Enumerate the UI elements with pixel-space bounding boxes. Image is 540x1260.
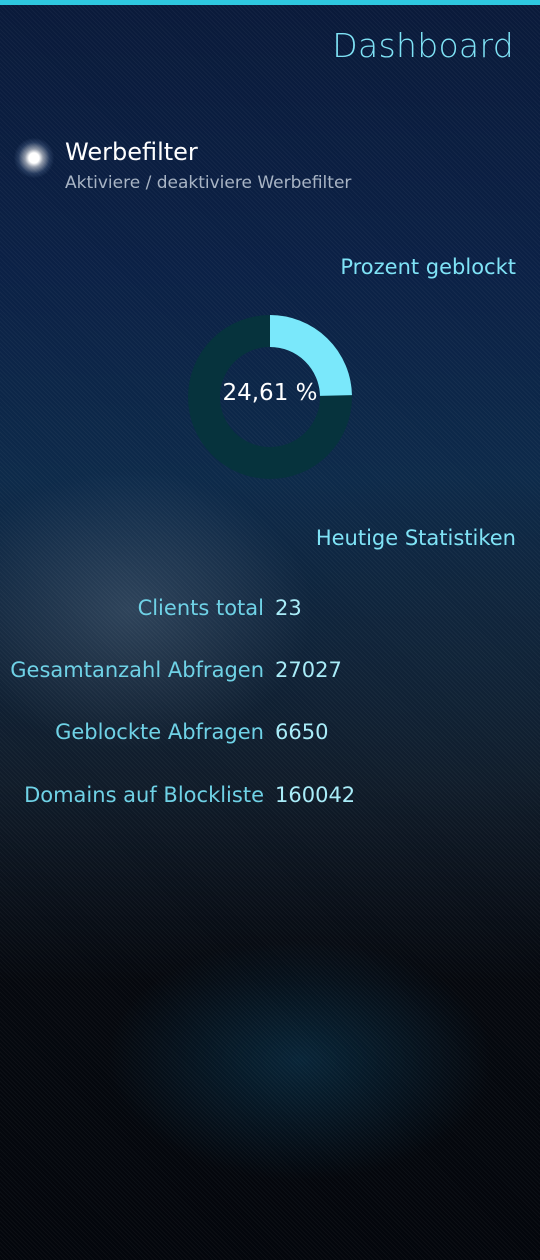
switch-description: Aktiviere / deaktiviere Werbefilter: [65, 173, 352, 193]
stat-value: 23: [275, 596, 302, 620]
stat-value: 160042: [275, 783, 356, 807]
section-header-percent-blocked: Prozent geblockt: [340, 255, 516, 279]
switch-indicator-icon[interactable]: [14, 138, 54, 178]
stat-row-total-queries: Gesamtanzahl Abfragen 27027: [0, 658, 540, 688]
top-accent-bar: [0, 0, 540, 5]
stat-label: Domains auf Blockliste: [24, 783, 264, 807]
stat-value: 6650: [275, 720, 329, 744]
page-title: Dashboard: [332, 26, 514, 65]
switch-label: Werbefilter: [65, 138, 198, 166]
ad-filter-switch[interactable]: Werbefilter Aktiviere / deaktiviere Werb…: [0, 130, 540, 200]
stat-label: Geblockte Abfragen: [55, 720, 264, 744]
stat-row-blocked-queries: Geblockte Abfragen 6650: [0, 720, 540, 750]
stat-row-clients-total: Clients total 23: [0, 596, 540, 626]
percent-blocked-value: 24,61 %: [222, 380, 318, 406]
stat-label: Clients total: [137, 596, 264, 620]
stat-value: 27027: [275, 658, 342, 682]
stat-label: Gesamtanzahl Abfragen: [10, 658, 264, 682]
section-header-today-stats: Heutige Statistiken: [315, 526, 516, 550]
stat-row-blocklist-domains: Domains auf Blockliste 160042: [0, 783, 540, 813]
